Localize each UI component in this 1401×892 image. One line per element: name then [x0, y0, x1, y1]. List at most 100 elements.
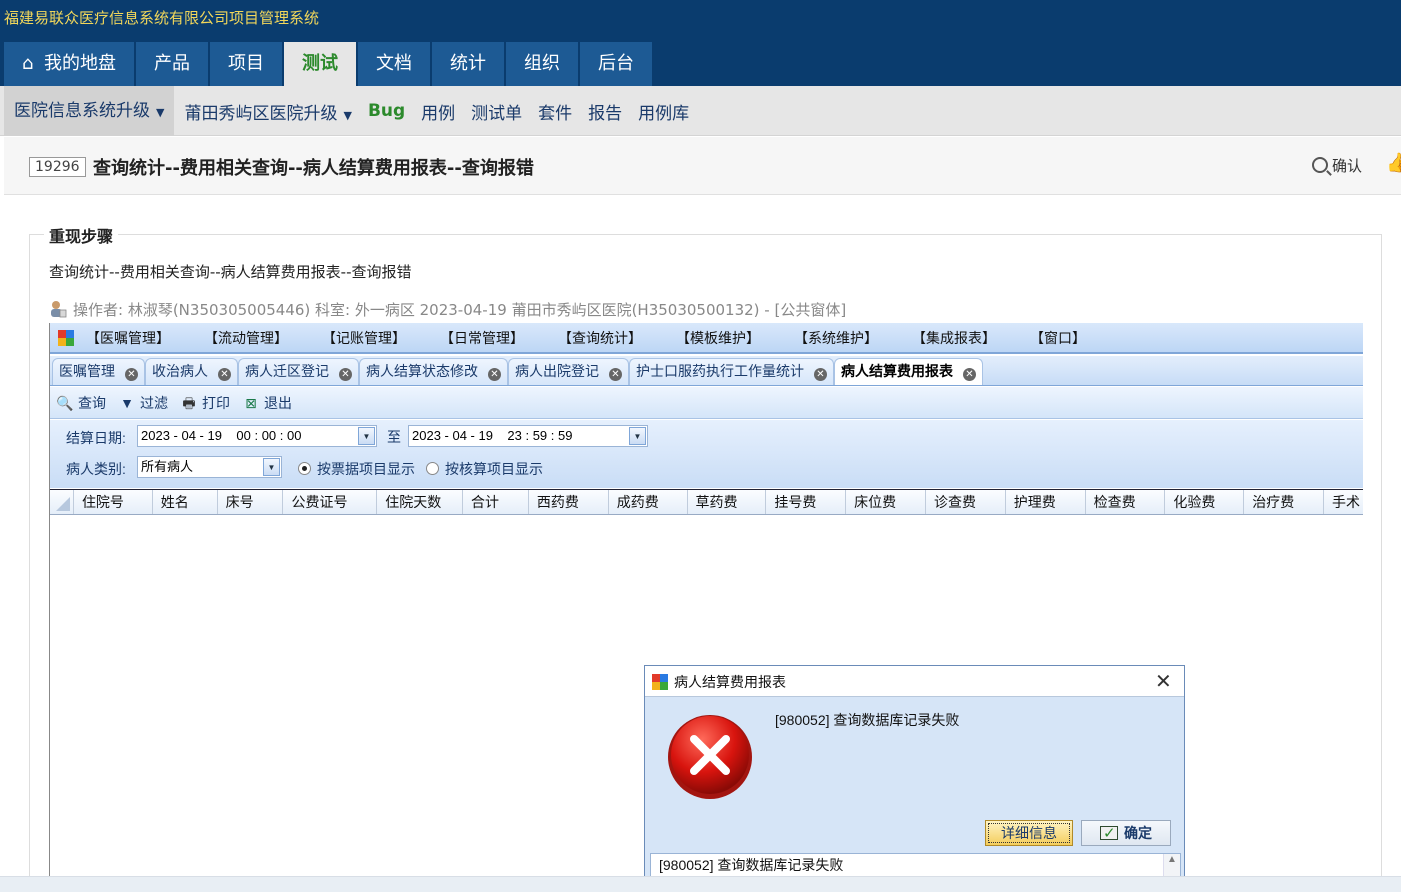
toolbar-button-label: 退出: [264, 394, 292, 411]
grid-column-header[interactable]: 住院号: [74, 490, 153, 514]
bug-header: 19296 查询统计--费用相关查询--病人结算费用报表--查询报错 确认 👍: [4, 137, 1401, 195]
radio-bill-items-label: 按票据项目显示: [317, 461, 415, 477]
embedded-menu-item-7[interactable]: 【集成报表】: [912, 328, 996, 348]
subnav-item-4[interactable]: 报告: [588, 99, 622, 124]
chevron-down-icon: ▼: [156, 106, 165, 119]
nav-item-2[interactable]: 项目: [210, 42, 282, 86]
embedded-tab-6[interactable]: 病人结算费用报表 ✕: [834, 358, 983, 385]
radio-accounting-items[interactable]: [426, 462, 439, 475]
grid-column-header[interactable]: 检查费: [1086, 490, 1166, 514]
close-icon[interactable]: ✕: [488, 368, 501, 381]
embedded-tab-4[interactable]: 病人出院登记 ✕: [508, 358, 629, 385]
embedded-menu-item-5[interactable]: 【模板维护】: [676, 328, 760, 348]
embedded-tab-label: 病人结算状态修改: [366, 363, 478, 379]
embedded-tab-1[interactable]: 收治病人 ✕: [145, 358, 238, 385]
close-icon[interactable]: ✕: [125, 368, 138, 381]
embedded-tab-label: 病人出院登记: [515, 363, 599, 379]
grid-column-header[interactable]: 床号: [218, 490, 284, 514]
close-icon[interactable]: ✕: [1155, 669, 1172, 694]
grid-column-header[interactable]: 住院天数: [377, 490, 464, 514]
thumbs-up-icon[interactable]: 👍: [1386, 151, 1401, 174]
embedded-menu-item-1[interactable]: 【流动管理】: [204, 328, 288, 348]
grid-column-header[interactable]: 诊查费: [926, 490, 1006, 514]
toolbar-button-label: 查询: [78, 394, 106, 411]
nav-item-6[interactable]: 组织: [506, 42, 578, 86]
nav-item-1[interactable]: 产品: [136, 42, 208, 86]
embedded-tab-0[interactable]: 医嘱管理 ✕: [52, 358, 145, 385]
toolbar-button-3[interactable]: ⊠ 退出: [242, 393, 292, 413]
grid-column-header[interactable]: 治疗费: [1244, 490, 1325, 514]
nav-item-3[interactable]: 测试: [284, 42, 356, 86]
nav-item-7[interactable]: 后台: [580, 42, 652, 86]
grid-column-header[interactable]: 合计: [463, 490, 529, 514]
patient-type-select[interactable]: 所有病人 ▼: [137, 456, 282, 478]
nav-item-4[interactable]: 文档: [358, 42, 430, 86]
radio-bill-items[interactable]: [298, 462, 311, 475]
embedded-menu-item-0[interactable]: 【医嘱管理】: [86, 328, 170, 348]
close-icon[interactable]: ✕: [609, 368, 622, 381]
product-switcher[interactable]: 医院信息系统升级 ▼: [4, 86, 175, 136]
to-label: 至: [387, 429, 401, 445]
grid-column-header[interactable]: 手术: [1324, 490, 1363, 514]
grid-column-header[interactable]: 草药费: [688, 490, 767, 514]
embedded-menu-item-2[interactable]: 【记账管理】: [322, 328, 406, 348]
toolbar-button-1[interactable]: ▼ 过滤: [118, 393, 168, 413]
steps-text: 查询统计--费用相关查询--病人结算费用报表--查询报错: [49, 263, 412, 281]
nav-item-label: 项目: [228, 53, 264, 74]
confirm-button[interactable]: 确认: [1312, 155, 1362, 176]
grid-column-header[interactable]: 化验费: [1165, 490, 1245, 514]
dialog-title-bar: 病人结算费用报表 ✕: [645, 666, 1184, 697]
grid-column-header[interactable]: 成药费: [609, 490, 688, 514]
steps-label: 重现步骤: [44, 223, 119, 247]
close-icon[interactable]: ✕: [963, 368, 976, 381]
chevron-down-icon[interactable]: ▼: [629, 427, 646, 445]
subnav-item-2[interactable]: 测试单: [471, 99, 522, 124]
grid-column-header[interactable]: 护理费: [1006, 490, 1086, 514]
dialog-detail-value: [980052] 查询数据库记录失败: [659, 857, 844, 873]
embedded-menu-item-3[interactable]: 【日常管理】: [440, 328, 524, 348]
close-icon[interactable]: ✕: [339, 368, 352, 381]
date-to-field[interactable]: 2023 - 04 - 19 23 : 59 : 59 ▼: [408, 425, 648, 447]
embedded-tab-5[interactable]: 护士口服药执行工作量统计 ✕: [629, 358, 834, 385]
toolbar-button-0[interactable]: 🔍 查询: [56, 393, 106, 413]
embedded-tab-2[interactable]: 病人迁区登记 ✕: [238, 358, 359, 385]
embedded-tab-3[interactable]: 病人结算状态修改 ✕: [359, 358, 508, 385]
nav-item-label: 测试: [302, 53, 338, 74]
close-icon[interactable]: ✕: [814, 368, 827, 381]
embedded-tab-label: 医嘱管理: [59, 363, 115, 379]
subnav-item-0[interactable]: Bug: [368, 101, 405, 121]
chevron-down-icon[interactable]: ▼: [358, 427, 375, 445]
chevron-down-icon[interactable]: ▼: [263, 458, 280, 476]
grid-column-header[interactable]: 姓名: [153, 490, 218, 514]
nav-item-label: 统计: [450, 53, 486, 74]
embedded-menu-item-4[interactable]: 【查询统计】: [558, 328, 642, 348]
toolbar-button-2[interactable]: 🖶 打印: [180, 393, 230, 413]
subnav-item-5[interactable]: 用例库: [638, 99, 689, 124]
app-logo-icon: [58, 329, 74, 346]
date-from-field[interactable]: 2023 - 04 - 19 00 : 00 : 00 ▼: [137, 425, 377, 447]
subnav-item-3[interactable]: 套件: [538, 99, 572, 124]
grid-column-header[interactable]: 西药费: [529, 490, 609, 514]
bottom-strip: [0, 876, 1401, 892]
grid-column-header[interactable]: 床位费: [846, 490, 926, 514]
grid-column-header[interactable]: 挂号费: [766, 490, 847, 514]
subnav-item-1[interactable]: 用例: [421, 99, 455, 124]
search-icon: 🔍: [56, 394, 74, 411]
nav-item-0[interactable]: ⌂ 我的地盘: [4, 42, 134, 86]
grid-column-header[interactable]: 公费证号: [283, 490, 378, 514]
nav-item-label: 产品: [154, 53, 190, 74]
bug-title: 查询统计--费用相关查询--病人结算费用报表--查询报错: [93, 158, 534, 179]
bug-id-badge: 19296: [29, 157, 86, 177]
embedded-menu-item-8[interactable]: 【窗口】: [1030, 328, 1086, 348]
nav-item-5[interactable]: 统计: [432, 42, 504, 86]
error-icon: [668, 715, 752, 799]
operator-line: 操作者: 林淑琴(N350305005446) 科室: 外一病区 2023-04…: [49, 299, 846, 320]
grid-corner[interactable]: [50, 490, 74, 514]
close-icon[interactable]: ✕: [218, 368, 231, 381]
check-icon: [1100, 822, 1118, 846]
ok-button[interactable]: 确定: [1081, 820, 1171, 846]
project-switcher[interactable]: 莆田秀屿区医院升级 ▼: [184, 99, 351, 124]
embedded-menu-item-6[interactable]: 【系统维护】: [794, 328, 878, 348]
details-button[interactable]: 详细信息: [985, 820, 1073, 846]
project-switcher-label: 莆田秀屿区医院升级: [184, 103, 338, 124]
